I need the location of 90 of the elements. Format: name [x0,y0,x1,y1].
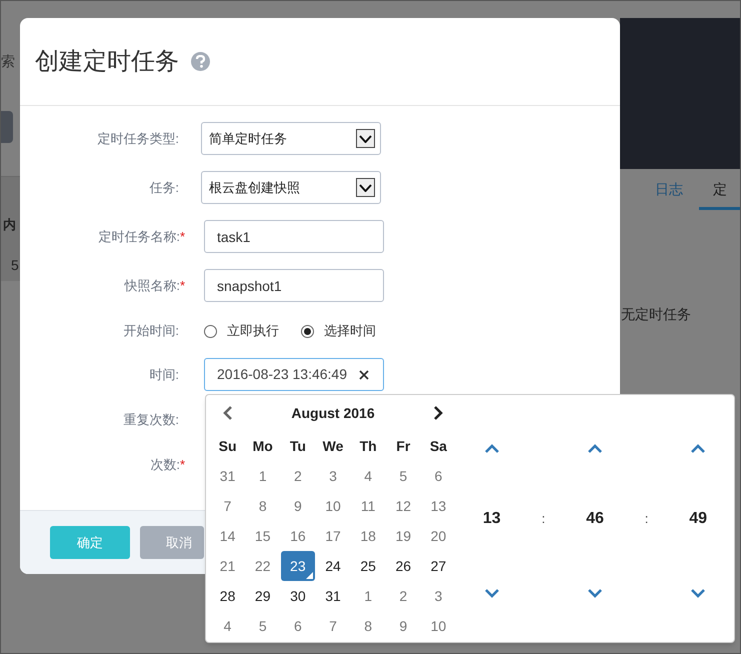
calendar-day[interactable]: 6 [434,466,442,486]
calendar-day[interactable]: 3 [434,586,442,606]
field-label: 定时任务名称:* [97,228,185,246]
calendar-day[interactable]: 22 [254,556,270,576]
field-label: 重复次数: [122,410,180,429]
close-icon[interactable] [359,370,369,380]
chevron-up-icon[interactable] [484,444,499,453]
calendar-day[interactable]: 4 [224,616,232,636]
calendar-day[interactable]: 31 [220,466,236,486]
weekday-header: Th [360,436,377,456]
chevron-right-icon[interactable] [432,406,444,420]
calendar-day[interactable]: 10 [325,496,341,516]
weekday-header: Tu [290,436,306,456]
month-title[interactable]: August 2016 [291,402,375,424]
search-dropdown[interactable]: 索 [1,51,15,72]
calendar-day[interactable]: 5 [399,466,408,486]
calendar-day[interactable]: 24 [325,556,341,576]
calendar-day[interactable]: 4 [364,466,372,486]
field-label: 定时任务类型: [96,130,180,148]
cancel-button[interactable]: 取消 [140,526,204,559]
radio-button[interactable] [204,324,217,338]
calendar-day[interactable]: 1 [258,466,267,486]
chevron-up-icon[interactable] [691,444,706,453]
calendar-day[interactable]: 15 [254,526,270,546]
time-value[interactable]: 49 [689,506,708,530]
radio-label[interactable]: 选择时间 [324,321,376,341]
tab[interactable]: 定 [699,179,740,210]
calendar-day[interactable]: 12 [395,496,412,516]
input-field[interactable]: task1 [204,220,384,253]
calendar-day[interactable]: 2 [294,466,302,486]
calendar-day[interactable]: 11 [360,496,376,516]
time-value[interactable]: 13 [482,506,501,530]
calendar-day[interactable]: 10 [430,616,446,636]
table-cell-text: 5 [11,256,19,275]
select-field[interactable]: 简单定时任务 [201,122,381,155]
calendar-day[interactable]: 20 [430,526,446,546]
calendar-day[interactable]: 28 [220,586,236,606]
weekday-header: Fr [396,436,410,456]
calendar-day[interactable]: 9 [399,616,408,636]
datetime-field[interactable]: 2016-08-23 13:46:49 [204,358,384,391]
field-label: 快照名称:* [123,276,185,295]
calendar-day[interactable]: 30 [290,586,306,606]
dialog-title: 创建定时任务 [35,46,179,76]
select-field[interactable]: 根云盘创建快照 [201,171,381,204]
calendar-day[interactable]: 6 [294,616,302,636]
calendar-day[interactable]: 8 [258,496,267,516]
calendar-day[interactable]: 18 [360,526,376,546]
radio-button[interactable] [301,324,314,338]
calendar-day[interactable]: 5 [258,616,267,636]
chevron-down-icon[interactable] [691,589,706,598]
weekday-header: Su [218,436,237,456]
calendar-day[interactable]: 26 [395,556,412,576]
calendar-day[interactable]: 31 [325,586,341,606]
time-separator: : [542,510,546,528]
calendar-day[interactable]: 9 [294,496,302,516]
chevron-down-icon[interactable] [484,589,499,598]
field-label: 任务: [148,178,180,197]
weekday-header: Mo [252,436,273,456]
calendar-day[interactable]: 27 [430,556,446,576]
calendar-day[interactable]: 16 [290,526,306,546]
calendar-day[interactable]: 2 [399,586,408,606]
weekday-header: We [322,436,344,456]
calendar-day[interactable]: 29 [254,586,270,606]
calendar-day[interactable]: 1 [364,586,372,606]
time-separator: : [644,510,648,528]
chevron-down-icon[interactable] [588,589,602,598]
dropdown-icon[interactable] [356,178,375,197]
calendar-day[interactable]: 14 [220,526,236,546]
input-field[interactable]: snapshot1 [204,269,384,302]
chevron-up-icon[interactable] [588,444,602,453]
empty-message: 无定时任务 [621,305,691,324]
field-label: 次数:* [149,456,185,474]
calendar-day[interactable]: 21 [220,556,236,576]
calendar-day[interactable]: 7 [329,616,337,636]
calendar-day[interactable]: 7 [224,496,232,516]
weekday-header: Sa [430,436,447,456]
time-value[interactable]: 46 [586,506,604,530]
calendar-day[interactable]: 25 [360,556,376,576]
field-label: 开始时间: [122,322,180,340]
table-header-cell-text: 内 [3,216,16,234]
field-label: 时间: [148,366,180,384]
calendar-day[interactable]: 3 [329,466,337,486]
calendar-day[interactable]: 17 [325,526,341,546]
calendar-day[interactable]: 8 [364,616,372,636]
chevron-left-icon[interactable] [222,406,234,420]
calendar-day[interactable]: 19 [395,526,412,546]
dropdown-icon[interactable] [356,129,375,148]
radio-label[interactable]: 立即执行 [227,321,279,341]
calendar-day[interactable]: 23 [280,551,315,581]
calendar-day[interactable]: 13 [430,496,446,516]
